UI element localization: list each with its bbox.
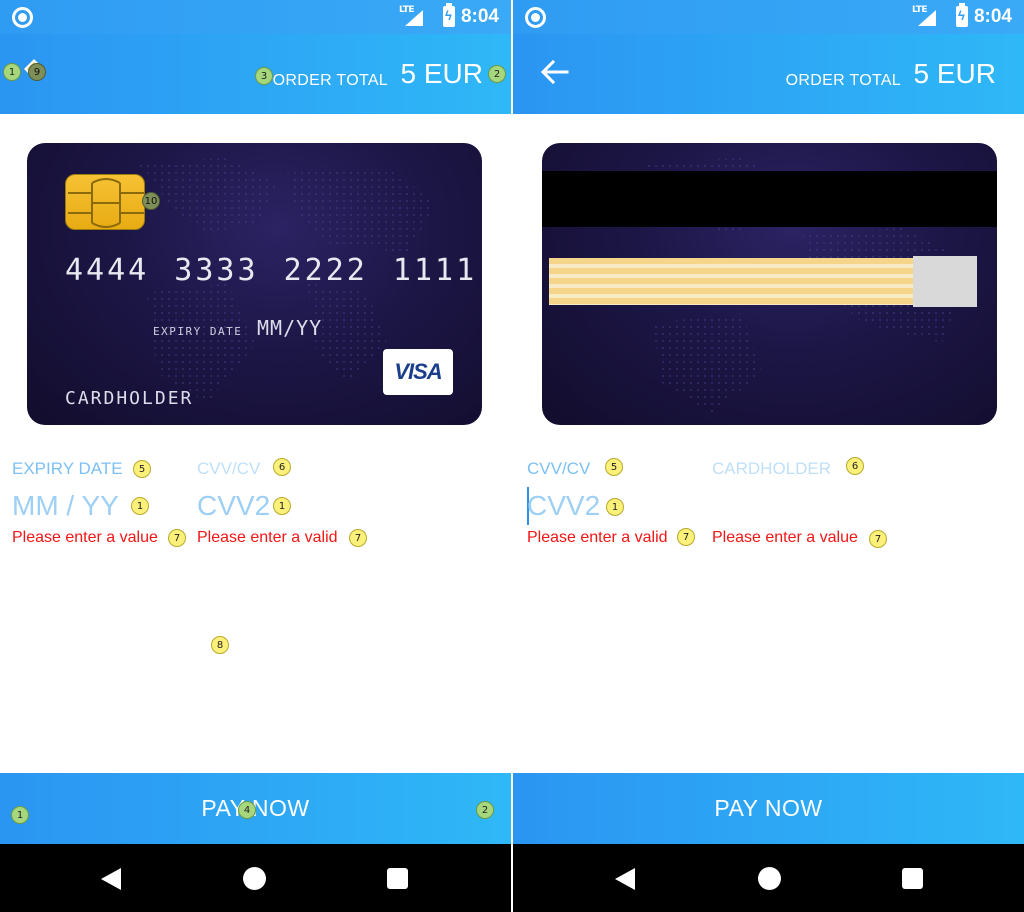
- cardholder-error: Please enter a value: [712, 529, 858, 546]
- visa-brand: VISA: [394, 359, 442, 384]
- status-time: 8:04: [460, 6, 499, 27]
- card-holder: CARDHOLDER: [65, 388, 194, 409]
- card-expiry-caption: EXPIRY DATE: [153, 325, 243, 338]
- nav-home-icon[interactable]: [758, 867, 781, 890]
- annotation-badge: 2: [476, 801, 494, 819]
- annotation-badge: 7: [869, 530, 887, 548]
- signal-bars-icon: [918, 10, 936, 26]
- nav-bar: [0, 844, 511, 912]
- annotation-badge: 7: [349, 529, 367, 547]
- order-total-label: ORDER TOTAL: [272, 72, 388, 89]
- annotation-badge: 7: [677, 528, 695, 546]
- nav-recents-icon[interactable]: [387, 868, 408, 889]
- notification-icon: [12, 7, 33, 28]
- annotation-badge: 1: [131, 497, 149, 515]
- annotation-badge: 5: [133, 460, 151, 478]
- cvv-box: [913, 256, 977, 307]
- stage: LTE ϟ 8:04 ORDER TOTAL 5 EUR 4444 3333 2…: [0, 0, 1024, 912]
- annotation-badge: 5: [605, 458, 623, 476]
- nav-recents-icon[interactable]: [902, 868, 923, 889]
- battery-icon: ϟ: [956, 3, 968, 27]
- annotation-badge: 10: [142, 192, 160, 210]
- annotation-badge: 9: [28, 63, 46, 81]
- arrow-left-icon[interactable]: [539, 58, 569, 86]
- credit-card-back: [542, 143, 997, 425]
- pay-now-label: PAY NOW: [714, 795, 823, 821]
- cvv-error: Please enter a valid: [527, 529, 668, 546]
- order-total-label: ORDER TOTAL: [785, 72, 901, 89]
- card-number: 4444 3333 2222 1111: [65, 253, 478, 288]
- annotation-badge: 8: [211, 636, 229, 654]
- screen-card-back: LTE ϟ 8:04 ORDER TOTAL 5 EUR CVV/CV CVV2…: [513, 0, 1024, 912]
- cvv-label: CVV/CV: [527, 459, 591, 478]
- visa-logo: VISA: [383, 349, 453, 395]
- annotation-badge: 1: [606, 498, 624, 516]
- expiry-date-error: Please enter a value: [12, 529, 158, 546]
- credit-card-front: 4444 3333 2222 1111 EXPIRY DATE MM/YY CA…: [27, 143, 482, 425]
- nav-back-icon[interactable]: [101, 868, 121, 890]
- signature-strip: [549, 258, 913, 305]
- cvv-input[interactable]: CVV2: [197, 490, 270, 522]
- annotation-badge: 6: [273, 458, 291, 476]
- app-bar: ORDER TOTAL 5 EUR: [513, 34, 1024, 114]
- annotation-badge: 2: [488, 65, 506, 83]
- cvv-input[interactable]: CVV2: [527, 490, 600, 522]
- screen-card-front: LTE ϟ 8:04 ORDER TOTAL 5 EUR 4444 3333 2…: [0, 0, 511, 912]
- cvv-error: Please enter a valid: [197, 529, 338, 546]
- signal-bars-icon: [405, 10, 423, 26]
- battery-icon: ϟ: [443, 3, 455, 27]
- order-total-amount: 5 EUR: [913, 58, 996, 89]
- cardholder-label: CARDHOLDER: [712, 459, 832, 478]
- annotation-badge: 4: [238, 801, 256, 819]
- cvv-label: CVV/CV: [197, 459, 261, 478]
- annotation-badge: 1: [11, 806, 29, 824]
- signal-icon: LTE: [399, 5, 423, 26]
- status-bar: LTE ϟ 8:04: [513, 0, 1024, 34]
- card-expiry-value: MM/YY: [257, 316, 323, 340]
- screen-divider: [511, 0, 513, 912]
- expiry-date-input[interactable]: MM / YY: [12, 490, 119, 522]
- nav-bar: [513, 844, 1024, 912]
- annotation-badge: 1: [3, 63, 21, 81]
- pay-now-button[interactable]: PAY NOW: [513, 773, 1024, 844]
- expiry-date-label: EXPIRY DATE: [12, 459, 123, 478]
- magnetic-stripe: [542, 171, 997, 227]
- signal-icon: LTE: [912, 5, 936, 26]
- annotation-badge: 7: [168, 529, 186, 547]
- nav-back-icon[interactable]: [615, 868, 635, 890]
- order-total-amount: 5 EUR: [400, 58, 483, 89]
- status-bar: LTE ϟ 8:04: [0, 0, 511, 34]
- card-chip-icon: [65, 174, 145, 230]
- notification-icon: [525, 7, 546, 28]
- nav-home-icon[interactable]: [243, 867, 266, 890]
- status-time: 8:04: [973, 6, 1012, 27]
- annotation-badge: 3: [255, 67, 273, 85]
- annotation-badge: 1: [273, 497, 291, 515]
- annotation-badge: 6: [846, 457, 864, 475]
